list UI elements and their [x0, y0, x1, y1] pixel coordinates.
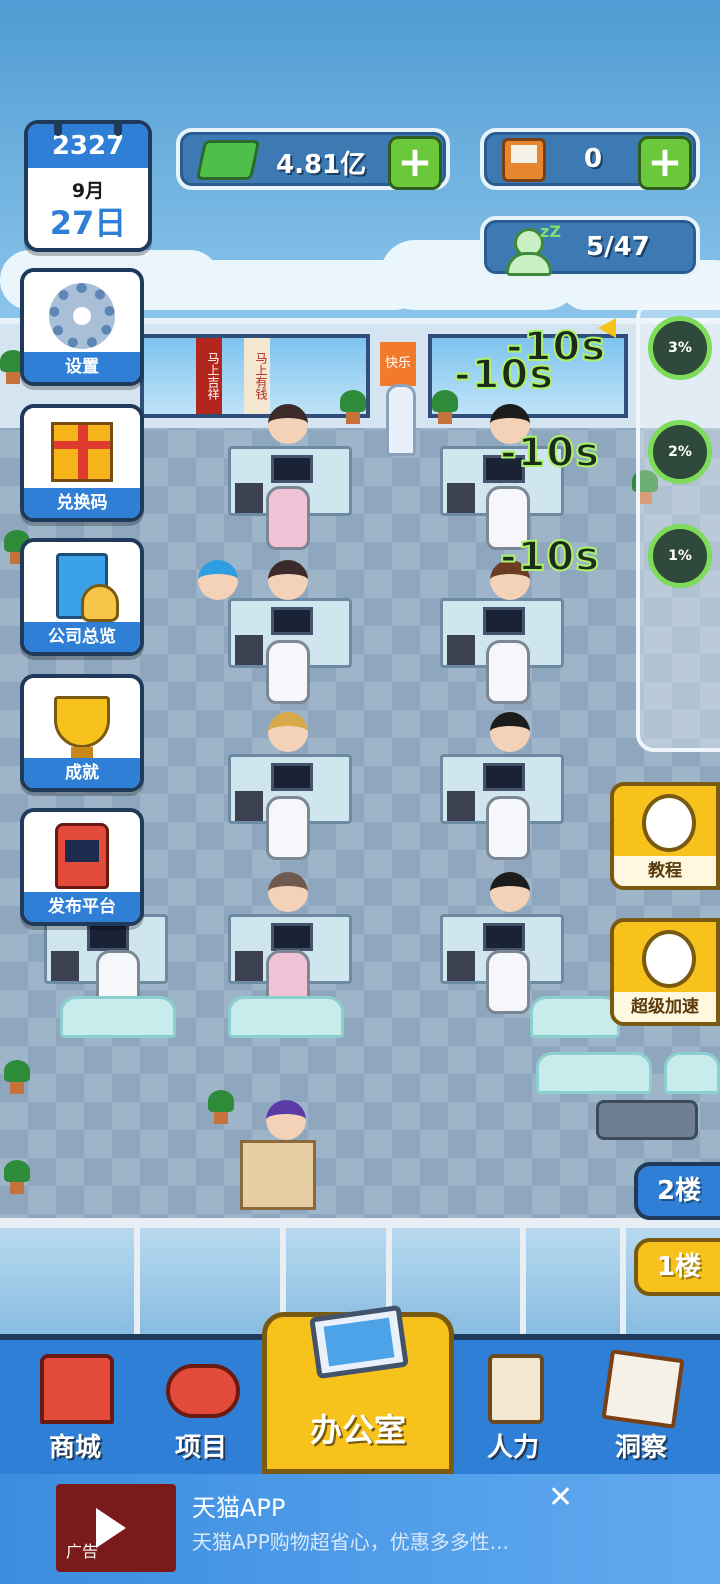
- money-counter: 4.81亿 +: [176, 128, 450, 190]
- employee-character[interactable]: [268, 560, 308, 600]
- employee-character[interactable]: [490, 872, 530, 912]
- redeem-code-button[interactable]: 兑换码: [20, 404, 144, 522]
- ad-title[interactable]: 天猫APP: [192, 1488, 285, 1523]
- speedup-floating-text: -10s: [453, 351, 555, 399]
- floor-1-button[interactable]: 1楼: [634, 1238, 720, 1296]
- play-icon: [96, 1508, 126, 1548]
- lounge-sofa: [536, 1052, 652, 1094]
- publish-platform-button[interactable]: 发布平台: [20, 808, 144, 926]
- potted-plant: [4, 1160, 30, 1194]
- nav-insight-label: 洞察: [614, 1433, 667, 1463]
- office-chair: [486, 640, 530, 704]
- employee-character[interactable]: [490, 712, 530, 752]
- add-money-button[interactable]: +: [388, 136, 442, 190]
- potted-plant: [4, 1060, 30, 1094]
- sleep-zz-label: zZ: [540, 222, 561, 241]
- ad-description: 天猫APP购物超省心，优惠多多性...: [192, 1530, 509, 1554]
- cash-stack-icon: [195, 140, 261, 180]
- office-chair: [266, 486, 310, 550]
- laptop-icon: [309, 1304, 409, 1380]
- company-overview-button[interactable]: 公司总览: [20, 538, 144, 656]
- nav-projects[interactable]: 项目: [136, 1340, 266, 1474]
- office-sign-1: 马上吉祥: [196, 338, 222, 414]
- progress-ring[interactable]: 2%: [648, 420, 712, 484]
- document-person-icon: [56, 553, 119, 622]
- calendar-year: 2327: [28, 124, 148, 168]
- achievements-label: 成就: [24, 758, 140, 788]
- calendar-month: 9月: [71, 180, 105, 202]
- speedup-floating-text: -10s: [499, 429, 601, 477]
- newspaper-icon: [601, 1349, 685, 1429]
- settings-button[interactable]: 设置: [20, 268, 144, 386]
- nav-hr[interactable]: 人力: [448, 1340, 578, 1474]
- lounge-sofa: [60, 996, 176, 1038]
- achievements-button[interactable]: 成就: [20, 674, 144, 792]
- nav-insight[interactable]: 洞察: [576, 1340, 706, 1474]
- office-sign-2: 马上有钱: [244, 338, 270, 414]
- progress-ring[interactable]: 1%: [648, 524, 712, 588]
- nav-office-label: 办公室: [309, 1411, 406, 1449]
- super-speedup-button[interactable]: 超级加速: [610, 918, 720, 1026]
- panel-collapse-arrow-icon[interactable]: [598, 318, 616, 338]
- nav-hr-label: 人力: [486, 1433, 539, 1463]
- publish-platform-label: 发布平台: [24, 892, 140, 922]
- idle-staff-counter[interactable]: zZ 5/47: [480, 216, 700, 278]
- employee-character[interactable]: [268, 712, 308, 752]
- stopwatch-icon: [642, 930, 696, 988]
- arcade-icon: [55, 823, 109, 889]
- nav-store[interactable]: 商城: [10, 1340, 140, 1474]
- tutorial-button[interactable]: 教程: [610, 782, 720, 890]
- gear-icon: [49, 283, 115, 349]
- floor-2-button[interactable]: 2楼: [634, 1162, 720, 1220]
- receptionist-character[interactable]: [266, 1100, 306, 1140]
- ad-tag: 广告: [66, 1542, 99, 1561]
- nav-office[interactable]: 办公室: [262, 1304, 454, 1474]
- employee-character[interactable]: [268, 872, 308, 912]
- lounge-sofa: [228, 996, 344, 1038]
- progress-ring[interactable]: 3%: [648, 316, 712, 380]
- company-overview-label: 公司总览: [24, 622, 140, 652]
- settings-label: 设置: [24, 352, 140, 382]
- gamepad-icon: [166, 1364, 240, 1418]
- redeem-code-label: 兑换码: [24, 488, 140, 518]
- storefront-icon: [40, 1354, 114, 1424]
- clipboard-person-icon: [488, 1354, 544, 1424]
- manager-character[interactable]: [198, 560, 238, 600]
- idle-staff-value: 5/47: [586, 232, 650, 262]
- ad-banner[interactable]: 广告 天猫APP 天猫APP购物超省心，优惠多多性... ✕: [0, 1474, 720, 1584]
- nav-projects-label: 项目: [174, 1433, 227, 1463]
- money-value: 4.81亿: [276, 150, 367, 180]
- lounge-sofa: [664, 1052, 720, 1094]
- speedup-floating-text: -10s: [499, 533, 601, 581]
- lounge-sofa: [530, 996, 620, 1038]
- super-speedup-label: 超级加速: [614, 992, 716, 1022]
- office-sign-3: 快乐: [380, 342, 416, 386]
- nav-store-label: 商城: [48, 1433, 101, 1463]
- mail-counter: 0 +: [480, 128, 700, 190]
- tutorial-label: 教程: [614, 856, 716, 886]
- game-date-calendar: 2327 9月 27日: [24, 120, 152, 252]
- envelope-icon: [502, 138, 546, 182]
- magnifier-icon: [642, 794, 696, 852]
- potted-plant: [340, 390, 366, 424]
- gift-icon: [51, 422, 113, 482]
- reception-desk: [240, 1140, 316, 1210]
- employee-character[interactable]: [268, 404, 308, 444]
- potted-plant: [208, 1090, 234, 1124]
- grey-sofa: [596, 1100, 698, 1140]
- office-chair: [486, 796, 530, 860]
- office-chair: [266, 796, 310, 860]
- ad-close-icon[interactable]: ✕: [548, 1480, 573, 1515]
- calendar-day: 27日: [49, 204, 127, 242]
- mail-value: 0: [584, 144, 603, 174]
- office-chair: [266, 640, 310, 704]
- add-mail-button[interactable]: +: [638, 136, 692, 190]
- trophy-icon: [54, 696, 110, 761]
- water-cooler: [386, 384, 416, 456]
- office-chair: [486, 950, 530, 1014]
